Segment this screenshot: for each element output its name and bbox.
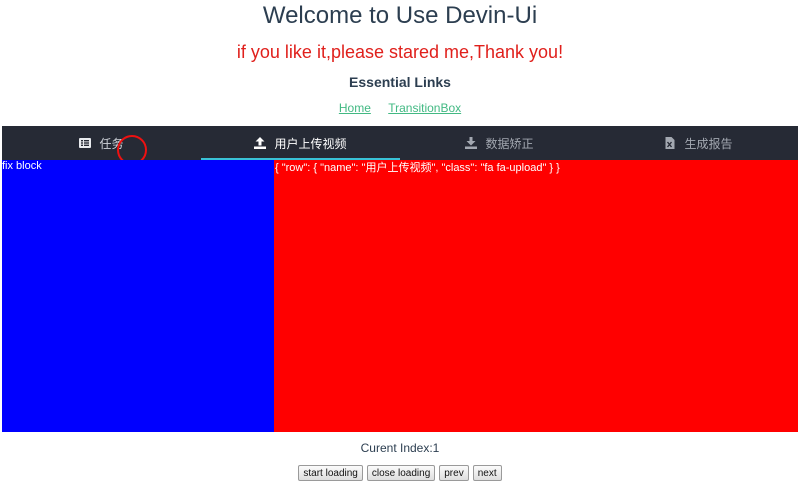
transitionbox-link[interactable]: TransitionBox bbox=[388, 101, 461, 115]
tab-user-upload-video-label: 用户上传视频 bbox=[274, 136, 347, 151]
tab-bar: 任务 用户上传视频 数据矫正 生成报告 bbox=[2, 126, 798, 160]
links-heading: Essential Links bbox=[349, 74, 451, 90]
start-loading-button[interactable]: start loading bbox=[298, 465, 363, 481]
content-area: fix block { "row": { "name": "用户上传视频", "… bbox=[2, 160, 798, 432]
current-index: Curent Index:1 bbox=[360, 441, 440, 455]
tab-user-upload-video[interactable]: 用户上传视频 bbox=[201, 126, 400, 160]
tab-generate-report-label: 生成报告 bbox=[684, 136, 733, 151]
home-link[interactable]: Home bbox=[339, 101, 371, 115]
close-loading-button[interactable]: close loading bbox=[366, 465, 436, 481]
next-button[interactable]: next bbox=[472, 465, 502, 481]
essential-links: Home TransitionBox bbox=[0, 99, 800, 117]
tab-data-correction-label: 数据矫正 bbox=[485, 136, 534, 151]
prev-button[interactable]: prev bbox=[439, 465, 469, 481]
page-subtitle: if you like it,please stared me,Thank yo… bbox=[236, 42, 564, 62]
tab-content-panel: { "row": { "name": "用户上传视频", "class": "f… bbox=[274, 160, 798, 432]
page-title: Welcome to Use Devin-Ui bbox=[262, 2, 538, 29]
tab-task-label: 任务 bbox=[99, 136, 124, 151]
control-buttons: start loading close loading prev next bbox=[0, 465, 800, 481]
tab-data-correction[interactable]: 数据矫正 bbox=[400, 126, 599, 160]
tab-generate-report[interactable]: 生成报告 bbox=[599, 126, 798, 160]
fix-block: fix block bbox=[2, 160, 274, 432]
upload-icon bbox=[254, 137, 267, 149]
list-icon bbox=[79, 137, 92, 149]
tab-task[interactable]: 任务 bbox=[2, 126, 201, 160]
file-excel-icon bbox=[664, 137, 676, 149]
download-icon bbox=[465, 137, 478, 149]
